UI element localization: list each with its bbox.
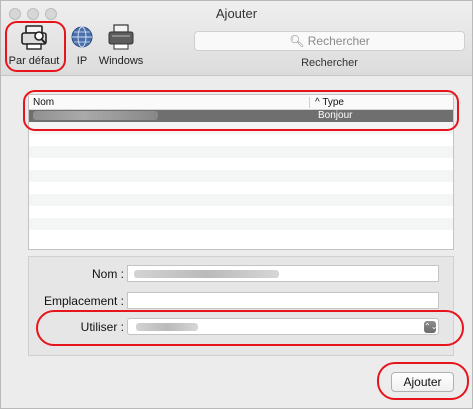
search-input[interactable]: 🔍︎ Rechercher	[194, 31, 465, 51]
list-row-empty	[29, 158, 453, 170]
search-caption: Rechercher	[301, 57, 358, 69]
select-stepper-icon: ⌃⌄	[424, 321, 438, 333]
printer-name-blurred	[33, 111, 158, 120]
list-row-empty	[29, 182, 453, 194]
name-field[interactable]	[127, 265, 439, 282]
default-printer-icon	[21, 25, 47, 50]
printer-details-form: Nom : Emplacement : Utiliser : ⌃⌄	[28, 256, 454, 356]
column-header-type[interactable]: ^ Type	[315, 97, 344, 108]
toolbar-ip[interactable]: IP	[69, 23, 95, 67]
list-row-empty	[29, 122, 453, 134]
toolbar: Ajouter Par défaut IP Windows 🔍︎ Recherc…	[1, 1, 472, 76]
windows-printer-icon	[108, 24, 134, 50]
toolbar-windows-label: Windows	[98, 55, 144, 67]
sort-indicator-icon: ^	[315, 97, 320, 108]
list-row-empty	[29, 134, 453, 146]
add-button[interactable]: Ajouter	[391, 372, 454, 392]
printer-list[interactable]: Nom ^ Type Bonjour	[28, 94, 454, 250]
location-label: Emplacement :	[43, 294, 124, 308]
column-header-type-label: Type	[322, 97, 344, 108]
name-value-blurred	[134, 270, 279, 278]
list-header: Nom ^ Type	[29, 95, 453, 110]
toolbar-par-defaut[interactable]: Par défaut	[7, 23, 61, 67]
search-icon: 🔍︎	[289, 34, 305, 48]
globe-icon	[71, 26, 93, 48]
toolbar-windows[interactable]: Windows	[98, 23, 144, 67]
toolbar-par-defaut-label: Par défaut	[8, 55, 60, 67]
column-separator	[309, 97, 310, 108]
list-row-empty	[29, 170, 453, 182]
list-row-empty	[29, 194, 453, 206]
name-label: Nom :	[91, 267, 124, 281]
printer-type: Bonjour	[318, 110, 353, 121]
search-placeholder: Rechercher	[307, 34, 370, 48]
add-printer-window: Ajouter Par défaut IP Windows 🔍︎ Recherc…	[0, 0, 473, 409]
list-row-empty	[29, 206, 453, 218]
list-row-empty	[29, 146, 453, 158]
toolbar-ip-label: IP	[76, 55, 88, 67]
driver-select[interactable]: ⌃⌄	[127, 318, 439, 335]
location-field[interactable]	[127, 292, 439, 309]
list-row-empty	[29, 218, 453, 230]
window-title: Ajouter	[215, 6, 258, 21]
column-header-nom[interactable]: Nom	[33, 97, 54, 108]
list-row-selected[interactable]: Bonjour	[29, 110, 453, 122]
list-row-empty	[29, 230, 453, 242]
driver-value-blurred	[136, 323, 198, 331]
use-label: Utiliser :	[80, 320, 124, 334]
